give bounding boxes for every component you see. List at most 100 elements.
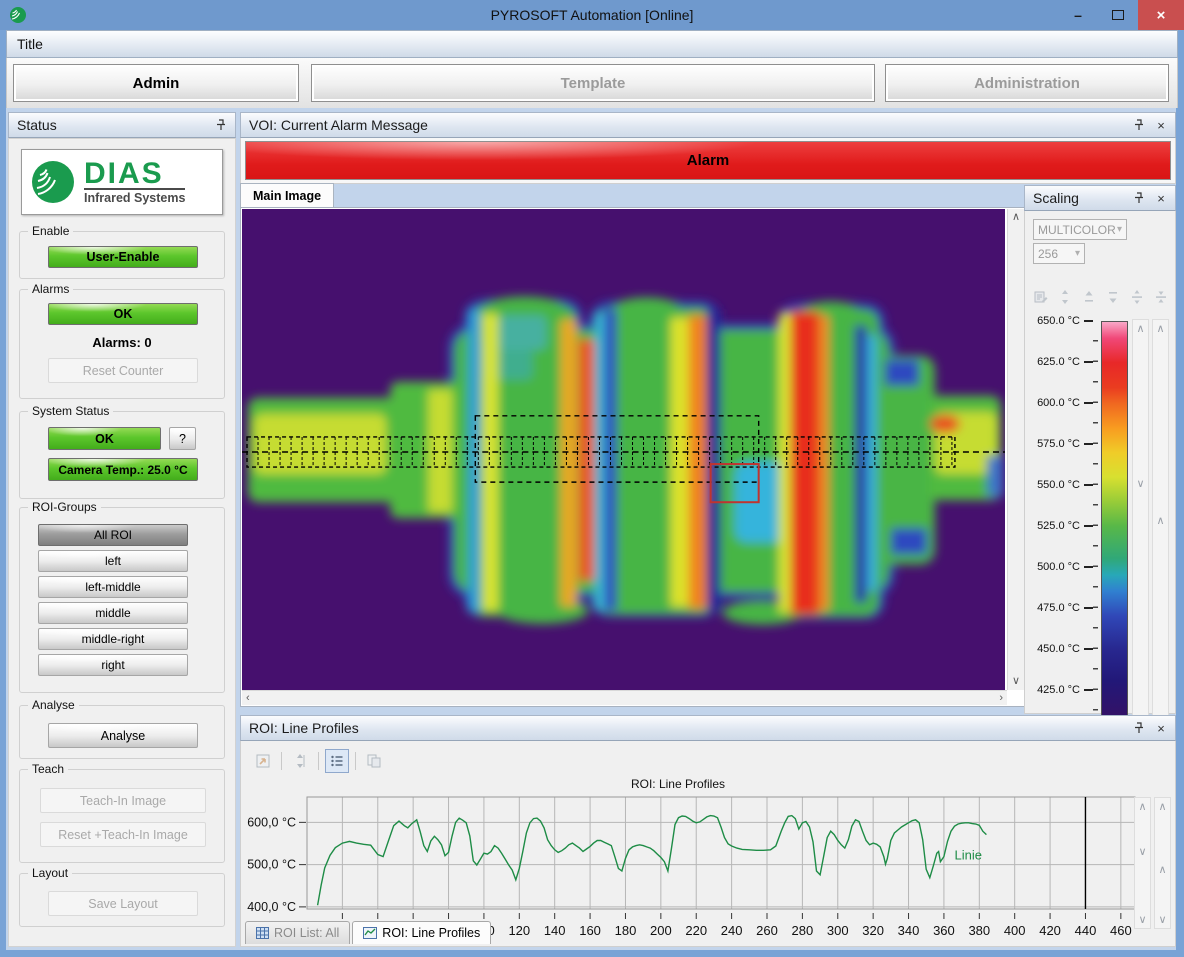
chevron-down-icon[interactable]: ∨	[1133, 477, 1148, 490]
alarms-count-label: Alarms: 0	[20, 335, 224, 350]
scale-max-slider[interactable]: ∧ ∨ ∨	[1132, 319, 1149, 733]
properties-icon[interactable]	[1033, 289, 1049, 305]
status-panel-body: DIAS Infrared Systems Enable User-Enable…	[8, 138, 236, 947]
pin-icon[interactable]	[1133, 119, 1145, 131]
roi-group-button[interactable]: middle-right	[38, 628, 188, 650]
tab-label: ROI: Line Profiles	[382, 926, 480, 940]
svg-text:Linie: Linie	[955, 848, 982, 863]
chart-vscroll-2[interactable]: ∧ ∧ ∨	[1154, 797, 1171, 929]
tab-administration[interactable]: Administration	[885, 64, 1169, 102]
layout-group-label: Layout	[28, 866, 72, 880]
svg-text:260: 260	[756, 923, 778, 938]
roi-panel-title: ROI: Line Profiles	[249, 720, 359, 736]
chevron-up-icon[interactable]: ∧	[1153, 322, 1168, 335]
svg-text:280: 280	[792, 923, 814, 938]
save-layout-button[interactable]: Save Layout	[48, 891, 198, 916]
system-ok-button[interactable]: OK	[48, 427, 161, 450]
chart-vscroll-1[interactable]: ∧ ∨ ∨	[1134, 797, 1151, 929]
roi-group-button[interactable]: All ROI	[38, 524, 188, 546]
reset-teach-in-button[interactable]: Reset +Teach-In Image	[40, 822, 206, 847]
voi-panel-title: VOI: Current Alarm Message	[249, 117, 428, 133]
user-enable-button[interactable]: User-Enable	[48, 246, 198, 268]
chevron-up-icon[interactable]: ∧	[1153, 514, 1168, 527]
copy-icon[interactable]	[362, 749, 386, 773]
compress-scale-icon[interactable]	[1129, 289, 1145, 305]
chevron-up-icon[interactable]: ∧	[1155, 800, 1170, 813]
colorbar-area: 650.0 °C625.0 °C600.0 °C575.0 °C550.0 °C…	[1029, 317, 1171, 707]
scale-label: 625.0 °C	[1029, 355, 1093, 369]
teach-in-button[interactable]: Teach-In Image	[40, 788, 206, 813]
title-label: Title	[17, 36, 43, 52]
app-window: PYROSOFT Automation [Online] – × Title A…	[0, 0, 1184, 957]
window-title: PYROSOFT Automation [Online]	[0, 7, 1184, 23]
tab-admin[interactable]: Admin	[13, 64, 299, 102]
chevron-up-icon[interactable]: ∧	[1133, 322, 1148, 335]
palette-value: MULTICOLOR	[1038, 223, 1116, 237]
close-icon[interactable]: ×	[1155, 192, 1167, 204]
close-icon[interactable]: ×	[1155, 722, 1167, 734]
roi-group-button[interactable]: right	[38, 654, 188, 676]
roi-panel-header: ROI: Line Profiles ×	[240, 715, 1176, 741]
camera-temp-button[interactable]: Camera Temp.: 25.0 °C	[48, 458, 198, 481]
tab-roi-line-profiles[interactable]: ROI: Line Profiles	[352, 921, 491, 944]
roi-group-button[interactable]: middle	[38, 602, 188, 624]
tab-template[interactable]: Template	[311, 64, 875, 102]
scroll-up-icon[interactable]: ∧	[1012, 212, 1020, 223]
scale-label: 550.0 °C	[1029, 478, 1093, 492]
chevron-up-icon[interactable]: ∧	[1155, 863, 1170, 876]
pin-icon[interactable]	[1133, 192, 1145, 204]
levels-dropdown[interactable]: 256▾	[1033, 243, 1085, 264]
scroll-left-icon[interactable]: ‹	[246, 693, 250, 704]
tab-main-image[interactable]: Main Image	[240, 183, 334, 207]
svg-text:380: 380	[968, 923, 990, 938]
scale-up-icon[interactable]	[1081, 289, 1097, 305]
reset-counter-button[interactable]: Reset Counter	[48, 358, 198, 383]
roi-groups-group: ROI-Groups All ROIleftleft-middlemiddlem…	[19, 507, 225, 693]
scale-label: 450.0 °C	[1029, 642, 1093, 656]
svg-text:220: 220	[685, 923, 707, 938]
system-help-button[interactable]: ?	[169, 427, 196, 450]
chevron-up-icon[interactable]: ∧	[1135, 800, 1150, 813]
minimize-button[interactable]: –	[1058, 0, 1098, 30]
status-panel-title: Status	[17, 117, 57, 133]
svg-text:240: 240	[721, 923, 743, 938]
close-icon[interactable]: ×	[1155, 119, 1167, 131]
scale-label: 475.0 °C	[1029, 601, 1093, 615]
analyse-button[interactable]: Analyse	[48, 723, 198, 748]
roi-group-button[interactable]: left-middle	[38, 576, 188, 598]
alarms-ok-button[interactable]: OK	[48, 303, 198, 325]
scale-label: 650.0 °C	[1029, 314, 1093, 328]
legend-list-icon[interactable]	[325, 749, 349, 773]
scale-updown-icon[interactable]	[1057, 289, 1073, 305]
scaling-panel: Scaling × MULTICOLOR▾ 256▾	[1024, 185, 1176, 714]
vertical-scrollbar[interactable]: ∧ ∨	[1007, 209, 1024, 690]
tab-roi-list[interactable]: ROI List: All	[245, 921, 350, 944]
pin-icon[interactable]	[1133, 722, 1145, 734]
palette-dropdown[interactable]: MULTICOLOR▾	[1033, 219, 1127, 240]
scroll-right-icon[interactable]: ›	[999, 693, 1003, 704]
scale-min-slider[interactable]: ∧ ∧ ∨	[1152, 319, 1169, 733]
teach-group: Teach Teach-In Image Reset +Teach-In Ima…	[19, 769, 225, 863]
scroll-down-icon[interactable]: ∨	[1012, 676, 1020, 687]
chevron-down-icon[interactable]: ∨	[1135, 913, 1150, 926]
system-status-label: System Status	[28, 404, 113, 418]
export-icon[interactable]	[251, 749, 275, 773]
image-tabstrip: Main Image	[240, 182, 1026, 207]
chevron-down-icon[interactable]: ∨	[1155, 913, 1170, 926]
thermal-image[interactable]	[242, 209, 1005, 691]
pin-icon[interactable]	[215, 119, 227, 131]
roi-group-button[interactable]: left	[38, 550, 188, 572]
enable-group: Enable User-Enable	[19, 231, 225, 279]
svg-text:500,0 °C: 500,0 °C	[247, 858, 296, 872]
dias-logo: DIAS Infrared Systems	[21, 149, 223, 215]
svg-text:440: 440	[1075, 923, 1097, 938]
fit-vertical-icon[interactable]	[288, 749, 312, 773]
expand-scale-icon[interactable]	[1153, 289, 1169, 305]
maximize-button[interactable]	[1098, 0, 1138, 30]
scale-label: 425.0 °C	[1029, 683, 1093, 697]
chevron-down-icon[interactable]: ∨	[1135, 845, 1150, 858]
scaling-panel-body: MULTICOLOR▾ 256▾ 650.0 °C625.0 °C600	[1024, 211, 1176, 714]
scale-down-icon[interactable]	[1105, 289, 1121, 305]
horizontal-scrollbar[interactable]: ‹ ›	[242, 690, 1007, 705]
close-button[interactable]: ×	[1138, 0, 1184, 30]
